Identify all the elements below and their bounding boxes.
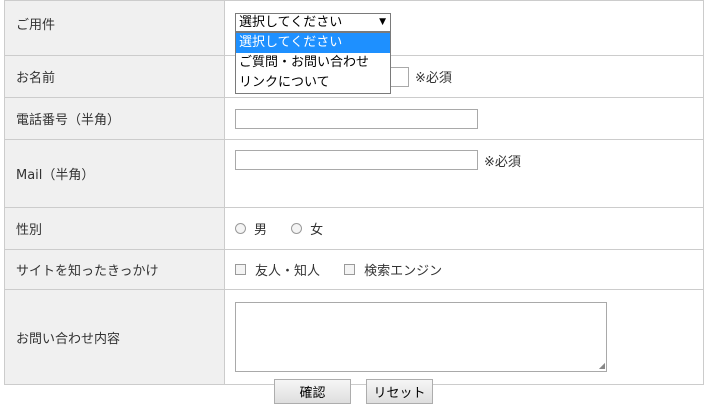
gender-option-female[interactable]: 女	[291, 219, 323, 238]
checkbox-search[interactable]	[344, 264, 356, 275]
contact-form-table: ご用件 選択してください ▼ 選択してください ご質問・お問い合わせ リンクにつ…	[4, 0, 704, 385]
purpose-dropdown-list: 選択してください ご質問・お問い合わせ リンクについて	[235, 32, 391, 94]
gender-male-label: 男	[254, 223, 268, 238]
purpose-option-2[interactable]: リンクについて	[236, 73, 390, 93]
source-field: 友人・知人 検索エンジン	[224, 249, 704, 290]
purpose-selected-value: 選択してください	[239, 15, 343, 30]
row-purpose: ご用件 選択してください ▼ 選択してください ご質問・お問い合わせ リンクにつ…	[4, 0, 704, 94]
reset-button[interactable]: リセット	[366, 379, 433, 404]
gender-field: 男 女	[224, 207, 704, 250]
checkbox-friend[interactable]	[235, 264, 246, 275]
name-required-note: ※必須	[415, 71, 452, 86]
source-option-friend[interactable]: 友人・知人	[235, 260, 320, 279]
phone-field	[224, 97, 704, 140]
inquiry-field: ◢	[224, 289, 704, 385]
confirm-button[interactable]: 確認	[274, 379, 351, 404]
row-mail: Mail（半角） ※必須	[4, 139, 704, 208]
phone-input[interactable]	[235, 108, 478, 129]
gender-female-label: 女	[310, 223, 324, 238]
row-inquiry: お問い合わせ内容 ◢	[4, 289, 704, 385]
mail-input[interactable]	[235, 150, 478, 170]
source-search-label: 検索エンジン	[364, 264, 443, 279]
gender-label: 性別	[4, 207, 225, 250]
row-source: サイトを知ったきっかけ 友人・知人 検索エンジン	[4, 249, 704, 290]
name-label: お名前	[4, 55, 225, 98]
row-phone: 電話番号（半角）	[4, 97, 704, 140]
source-friend-label: 友人・知人	[255, 264, 321, 279]
inquiry-label: お問い合わせ内容	[4, 289, 225, 385]
purpose-option-1[interactable]: ご質問・お問い合わせ	[236, 53, 390, 73]
mail-required-note: ※必須	[484, 154, 521, 170]
inquiry-textarea[interactable]: ◢	[235, 302, 607, 372]
mail-field: ※必須	[224, 139, 704, 208]
purpose-label: ご用件	[4, 0, 225, 56]
row-gender: 性別 男 女	[4, 207, 704, 250]
resize-grip-icon[interactable]: ◢	[599, 362, 605, 370]
source-label: サイトを知ったきっかけ	[4, 249, 225, 290]
dropdown-arrow-icon: ▼	[379, 17, 386, 27]
source-option-search[interactable]: 検索エンジン	[344, 260, 442, 279]
purpose-option-0[interactable]: 選択してください	[236, 33, 390, 53]
phone-label: 電話番号（半角）	[4, 97, 225, 140]
gender-option-male[interactable]: 男	[235, 219, 267, 238]
purpose-select[interactable]: 選択してください ▼	[235, 13, 391, 32]
radio-female[interactable]	[291, 223, 303, 234]
mail-label: Mail（半角）	[4, 139, 225, 208]
radio-male[interactable]	[235, 223, 246, 234]
purpose-field: 選択してください ▼ 選択してください ご質問・お問い合わせ リンクについて	[224, 0, 704, 94]
